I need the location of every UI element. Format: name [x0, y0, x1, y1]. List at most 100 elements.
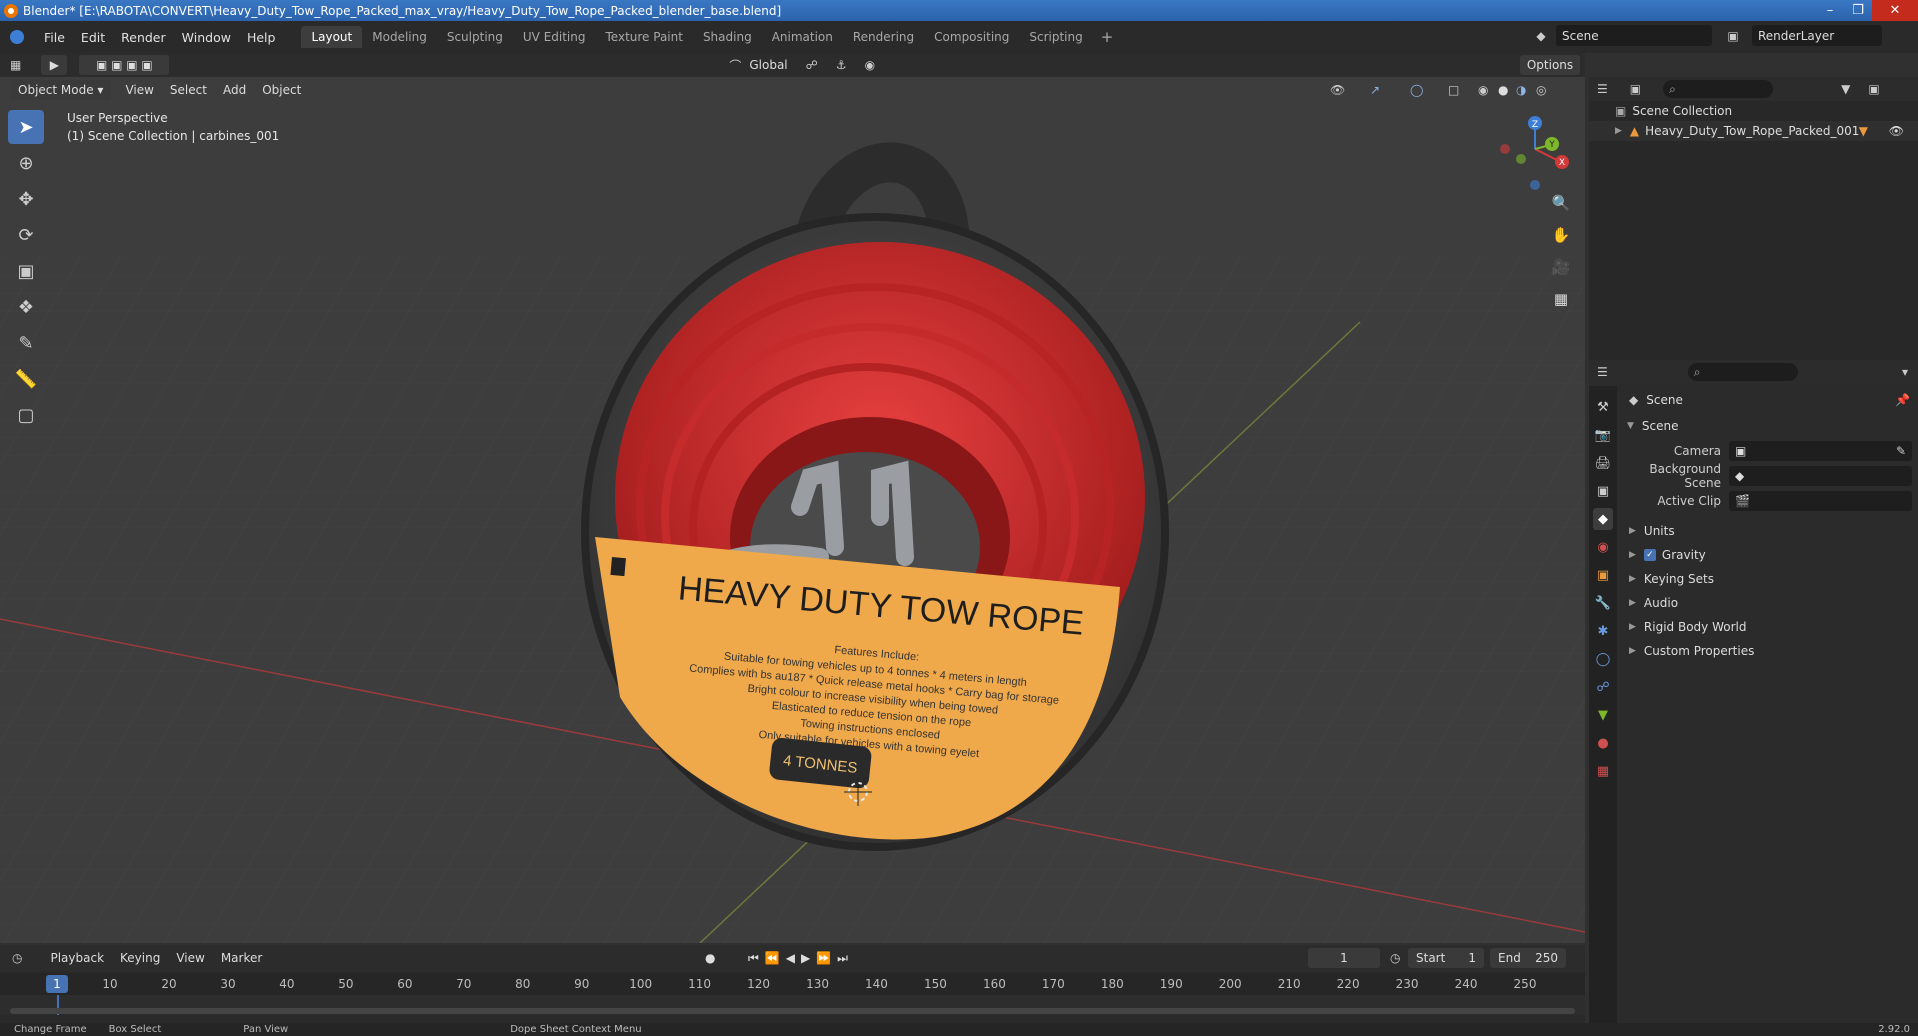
ortho-grid-icon[interactable]: ▦ [1548, 288, 1574, 310]
units-panel[interactable]: ▶ Units [1619, 519, 1918, 543]
tab-animation[interactable]: Animation [762, 26, 843, 48]
menu-edit[interactable]: Edit [73, 30, 113, 45]
tab-texture-paint[interactable]: Texture Paint [596, 26, 693, 48]
particles-tab-icon[interactable]: ✱ [1593, 620, 1613, 642]
measure-tool-icon[interactable]: 📏 [8, 362, 44, 396]
view-layer-selector[interactable]: RenderLayer [1752, 25, 1882, 46]
rigid-body-world-panel[interactable]: ▶ Rigid Body World [1619, 615, 1918, 639]
eyedropper-icon[interactable]: ✎ [1896, 444, 1906, 458]
viewport-menu-object[interactable]: Object [254, 83, 309, 97]
view-layer-icon[interactable]: ▣ [1720, 26, 1746, 46]
outliner-scene-collection[interactable]: ▣ Scene Collection [1589, 101, 1918, 121]
tool-tab-icon[interactable]: ⚒ [1593, 396, 1613, 418]
viewport-menu-add[interactable]: Add [215, 83, 254, 97]
rotate-tool-icon[interactable]: ⟳ [8, 218, 44, 252]
timeline-menu-playback[interactable]: Playback [42, 951, 112, 965]
timeline-menu-marker[interactable]: Marker [213, 951, 270, 965]
select-box-icon[interactable]: ➤ [8, 110, 44, 144]
select-tool-icon[interactable]: ▶ [41, 55, 68, 75]
expand-icon[interactable]: ▶ [1615, 126, 1622, 136]
menu-render[interactable]: Render [113, 30, 174, 45]
scene-selector[interactable]: Scene [1556, 25, 1712, 46]
tab-compositing[interactable]: Compositing [924, 26, 1019, 48]
minimize-icon[interactable]: – [1816, 0, 1844, 21]
outliner-item[interactable]: ▶ ▲ Heavy_Duty_Tow_Rope_Packed_001 ▼ 👁 [1589, 121, 1918, 141]
properties-editor-icon[interactable]: ☰ [1597, 365, 1608, 379]
xray-icon[interactable]: □ [1448, 83, 1459, 97]
gravity-panel[interactable]: ▶ ✓ Gravity [1619, 543, 1918, 567]
object-tab-icon[interactable]: ▣ [1593, 564, 1613, 586]
properties-search-input[interactable]: ⌕ [1687, 363, 1798, 381]
current-frame-marker[interactable]: 1 [46, 975, 68, 993]
tab-sculpting[interactable]: Sculpting [437, 26, 513, 48]
timeline-editor-icon[interactable]: ◷ [12, 951, 22, 965]
gizmo-toggle-icon[interactable]: ↗ [1370, 83, 1380, 97]
texture-tab-icon[interactable]: ▦ [1593, 760, 1613, 782]
audio-panel[interactable]: ▶ Audio [1619, 591, 1918, 615]
display-mode-icon[interactable]: ▣ [1630, 82, 1641, 96]
physics-tab-icon[interactable]: ◯ [1593, 648, 1613, 670]
tab-uv-editing[interactable]: UV Editing [513, 26, 596, 48]
shading-solid-icon[interactable]: ● [1498, 83, 1508, 97]
new-collection-icon[interactable]: ▣ [1868, 82, 1879, 96]
options-dropdown[interactable]: Options [1520, 55, 1580, 75]
overlay-toggle-icon[interactable]: ◯ [1410, 83, 1423, 97]
render-tab-icon[interactable]: 📷 [1593, 424, 1613, 446]
viewport-menu-view[interactable]: View [117, 83, 161, 97]
active-clip-field[interactable]: 🎬 [1729, 490, 1912, 511]
keying-sets-panel[interactable]: ▶ Keying Sets [1619, 567, 1918, 591]
visibility-icon[interactable]: 👁 [1330, 83, 1345, 97]
selection-mode-icons[interactable]: ▣ ▣ ▣ ▣ [79, 55, 170, 75]
tab-scripting[interactable]: Scripting [1019, 26, 1092, 48]
camera-view-icon[interactable]: 🎥 [1548, 256, 1574, 278]
modifier-icon[interactable]: ▼ [1859, 124, 1868, 138]
record-icon[interactable]: ● [705, 951, 715, 965]
timeline-ruler[interactable]: 1 10 20 30 40 50 60 70 80 90 100 110 120 130 140 150 160… [0, 973, 1585, 995]
tab-rendering[interactable]: Rendering [843, 26, 924, 48]
proportional-edit-icon[interactable]: ◉ [865, 58, 875, 72]
menu-file[interactable]: File [36, 30, 73, 45]
object-mode-dropdown[interactable]: Object Mode ▾ [10, 80, 112, 100]
3d-viewport[interactable]: HEAVY DUTY TOW ROPE Features Include: Su… [0, 77, 1585, 943]
tab-layout[interactable]: Layout [301, 26, 363, 48]
gravity-checkbox[interactable]: ✓ [1643, 549, 1656, 561]
move-tool-icon[interactable]: ✥ [8, 182, 44, 216]
constraints-tab-icon[interactable]: ☍ [1593, 676, 1613, 698]
timeline-scrollbar[interactable] [10, 1008, 1575, 1014]
pan-hand-icon[interactable]: ✋ [1548, 224, 1574, 246]
chevron-down-icon[interactable]: ▾ [1902, 365, 1908, 379]
blender-menu-icon[interactable] [8, 28, 30, 46]
clock-icon[interactable]: ◷ [1390, 951, 1400, 965]
editor-type-icon[interactable]: ▦ [10, 58, 21, 72]
outliner-editor-icon[interactable]: ☰ [1597, 82, 1608, 96]
scene-tab-icon[interactable]: ◆ [1593, 508, 1613, 530]
orientation-dropdown[interactable]: Global [741, 58, 795, 72]
close-icon[interactable]: ✕ [1872, 0, 1918, 21]
view-layer-tab-icon[interactable]: ▣ [1593, 480, 1613, 502]
start-frame-field[interactable]: Start 1 [1408, 948, 1484, 968]
world-tab-icon[interactable]: ◉ [1593, 536, 1613, 558]
annotate-tool-icon[interactable]: ✎ [8, 326, 44, 360]
tab-shading[interactable]: Shading [693, 26, 762, 48]
end-frame-field[interactable]: End 250 [1490, 948, 1566, 968]
shading-wireframe-icon[interactable]: ◉ [1478, 83, 1488, 97]
output-tab-icon[interactable]: 🖨 [1593, 452, 1613, 474]
eye-icon[interactable]: 👁 [1889, 124, 1904, 138]
filter-icon[interactable]: ▼ [1841, 82, 1850, 96]
menu-window[interactable]: Window [174, 30, 239, 45]
background-scene-field[interactable]: ◆ [1729, 465, 1912, 486]
cursor-tool-icon[interactable]: ⊕ [8, 146, 44, 180]
scale-tool-icon[interactable]: ▣ [8, 254, 44, 288]
material-tab-icon[interactable]: ● [1593, 732, 1613, 754]
shading-rendered-icon[interactable]: ◎ [1536, 83, 1546, 97]
shading-material-icon[interactable]: ◑ [1516, 83, 1526, 97]
timeline-menu-keying[interactable]: Keying [112, 951, 168, 965]
scene-icon[interactable]: ◆ [1528, 26, 1554, 46]
current-frame-field[interactable]: 1 [1308, 948, 1380, 968]
playback-controls[interactable]: ⏮⏪◀▶⏩⏭ [748, 951, 854, 966]
timeline-menu-view[interactable]: View [168, 951, 212, 965]
tab-modeling[interactable]: Modeling [362, 26, 437, 48]
modifier-tab-icon[interactable]: 🔧 [1593, 592, 1613, 614]
transform-tool-icon[interactable]: ❖ [8, 290, 44, 324]
viewport-menu-select[interactable]: Select [162, 83, 215, 97]
